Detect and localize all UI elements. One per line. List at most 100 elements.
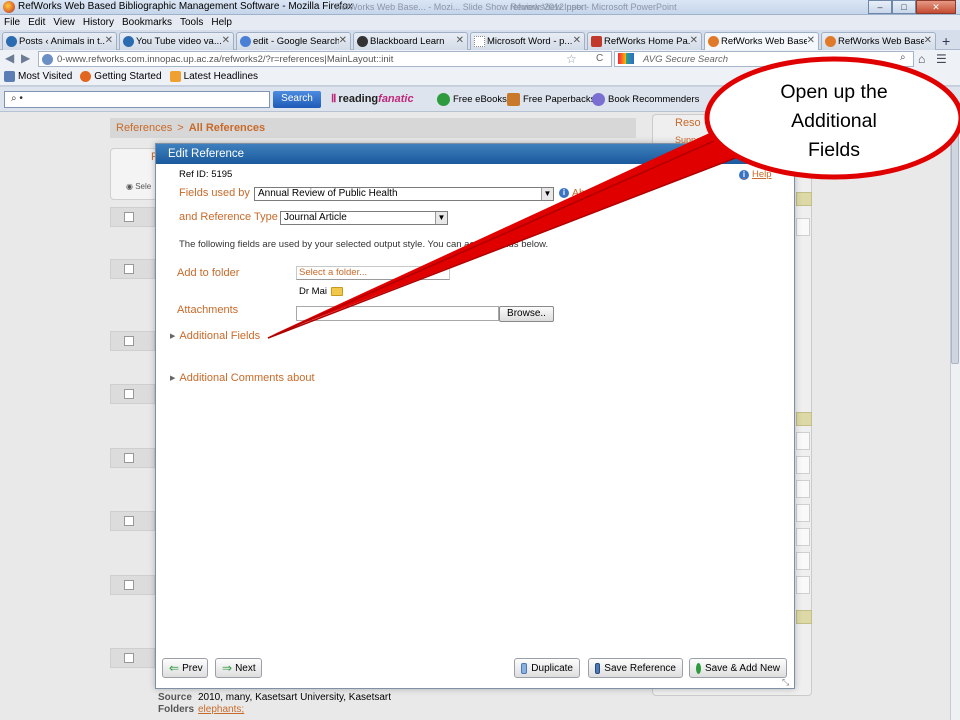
book-recommenders-link[interactable]: Book Recommenders (592, 93, 699, 106)
panel-field (796, 480, 810, 498)
additional-fields-toggle[interactable]: ▶ Additional Fields (170, 330, 260, 342)
help-link[interactable]: i Help (739, 169, 772, 180)
folder-select[interactable]: Select a folder... (296, 266, 450, 280)
tab-refworks-home[interactable]: RefWorks Home Pa... ✕ (587, 32, 702, 50)
tab-close-icon[interactable]: ✕ (573, 35, 581, 46)
tab-youtube-video[interactable]: You Tube video va... ✕ (119, 32, 234, 50)
row-checkbox[interactable] (124, 453, 134, 463)
next-button[interactable]: ⇒ Next (215, 658, 262, 678)
page-scrollbar-thumb[interactable] (951, 116, 959, 364)
google-icon (240, 36, 251, 47)
forward-icon[interactable]: ▶ (21, 51, 30, 65)
row-checkbox[interactable] (124, 336, 134, 346)
source-key: Source (158, 692, 192, 703)
panel-field (796, 528, 810, 546)
bookmark-most-visited[interactable]: Most Visited (4, 71, 72, 82)
search-engine-box[interactable]: AVG Secure Search (614, 51, 914, 67)
output-style-select[interactable]: Annual Review of Public Health ▼ (254, 187, 554, 201)
bookmark-latest-headlines[interactable]: Latest Headlines (169, 71, 258, 82)
minimize-button[interactable]: – (868, 0, 892, 14)
menu-help[interactable]: Help (211, 17, 232, 28)
reading-fanatic-logo[interactable]: Ⅱreadingfanatic (331, 92, 414, 105)
tab-close-icon[interactable]: ✕ (105, 35, 113, 46)
panel-field (796, 576, 810, 594)
avg-icon (618, 53, 634, 64)
close-window-button[interactable]: ✕ (916, 0, 956, 14)
menu-edit[interactable]: Edit (28, 17, 45, 28)
duplicate-button[interactable]: Duplicate (514, 658, 580, 678)
toolbar-search-input[interactable]: ⌕ • (4, 91, 270, 108)
panel-scrollbar[interactable] (796, 218, 810, 236)
reload-icon[interactable]: C (596, 53, 603, 64)
row-checkbox[interactable] (124, 389, 134, 399)
row-checkbox[interactable] (124, 212, 134, 222)
reference-type-select[interactable]: Journal Article ▼ (280, 211, 448, 225)
dialog-header: Edit Reference (156, 144, 794, 164)
reference-details: Source 2010, many, Kasetsart University, … (158, 692, 391, 716)
fields-used-by-label: Fields used by (179, 187, 250, 199)
tab-close-icon[interactable]: ✕ (807, 35, 815, 46)
menu-history[interactable]: History (83, 17, 114, 28)
wordpress-icon (123, 36, 134, 47)
attachment-file-input[interactable] (296, 306, 499, 321)
back-icon[interactable]: ◀ (5, 51, 14, 65)
row-checkbox[interactable] (124, 516, 134, 526)
folder-owner[interactable]: Dr Mai (299, 286, 343, 297)
globe-icon (42, 54, 53, 65)
row-checkbox[interactable] (124, 653, 134, 663)
tab-blackboard[interactable]: Blackboard Learn ✕ (353, 32, 468, 50)
bookmark-star-icon[interactable]: ☆ (566, 52, 577, 66)
url-bar[interactable]: 0-www.refworks.com.innopac.up.ac.za/refw… (38, 51, 612, 67)
panel-field (796, 456, 810, 474)
refworks-icon (708, 36, 719, 47)
about-link[interactable]: i About the (559, 187, 617, 199)
firefox-icon (80, 71, 92, 82)
tab-close-icon[interactable]: ✕ (339, 35, 347, 46)
breadcrumb-references[interactable]: References (116, 122, 172, 134)
new-tab-button[interactable]: + (942, 33, 950, 49)
save-reference-button[interactable]: Save Reference (588, 658, 683, 678)
free-paperbacks-link[interactable]: Free Paperbacks (507, 93, 595, 106)
home-icon[interactable]: ⌂ (918, 52, 925, 66)
save-icon (595, 662, 601, 674)
background-panel: R (110, 148, 159, 200)
tab-refworks-web-active[interactable]: RefWorks Web Base... ✕ (704, 32, 819, 50)
background-radio[interactable]: ◉ Sele (126, 182, 151, 191)
row-checkbox[interactable] (124, 264, 134, 274)
window-title-bar: RefWorks Web Based Bibliographic Managem… (0, 0, 960, 15)
tab-close-icon[interactable]: ✕ (222, 35, 230, 46)
tab-close-icon[interactable]: ✕ (924, 35, 932, 46)
maximize-button[interactable]: □ (892, 0, 916, 14)
ref-id: Ref ID: 5195 (179, 169, 233, 180)
additional-comments-toggle[interactable]: ▶ Additional Comments about (170, 372, 315, 384)
prev-button[interactable]: ⇐ Prev (162, 658, 208, 678)
tab-close-icon[interactable]: ✕ (690, 35, 698, 46)
tab-refworks-web[interactable]: RefWorks Web Base... ✕ (821, 32, 936, 50)
addon-icon[interactable]: ☰ (936, 52, 947, 66)
menu-bookmarks[interactable]: Bookmarks (122, 17, 172, 28)
arrow-right-icon: ⇒ (222, 661, 233, 675)
callout-line-3: Fields (807, 139, 861, 161)
breadcrumb-all-references: All References (188, 122, 266, 134)
breadcrumb: References > All References (110, 118, 636, 138)
folder-link[interactable]: elephants; (198, 704, 244, 715)
menu-view[interactable]: View (53, 17, 75, 28)
tab-posts[interactable]: Posts ‹ Animals in t... ✕ (2, 32, 117, 50)
expand-triangle-icon: ▶ (170, 375, 176, 382)
tab-microsoft-word[interactable]: Microsoft Word - p... ✕ (470, 32, 585, 50)
menu-file[interactable]: File (4, 17, 20, 28)
tab-google-search[interactable]: edit - Google Search ✕ (236, 32, 351, 50)
resize-grip-icon[interactable]: ⤡ (782, 677, 789, 688)
save-add-new-button[interactable]: Save & Add New (689, 658, 787, 678)
menu-bar: File Edit View History Bookmarks Tools H… (0, 15, 960, 30)
search-magnifier-icon[interactable]: ⌕ (900, 52, 906, 63)
bookmark-getting-started[interactable]: Getting Started (80, 71, 162, 82)
free-ebooks-link[interactable]: Free eBooks (437, 93, 507, 106)
info-icon: i (739, 169, 749, 180)
menu-tools[interactable]: Tools (180, 17, 203, 28)
browse-button[interactable]: Browse.. (499, 306, 554, 322)
toolbar-search-button[interactable]: Search (273, 91, 321, 108)
row-checkbox[interactable] (124, 580, 134, 590)
tab-close-icon[interactable]: ✕ (456, 35, 464, 46)
arrow-left-icon: ⇐ (169, 661, 180, 675)
